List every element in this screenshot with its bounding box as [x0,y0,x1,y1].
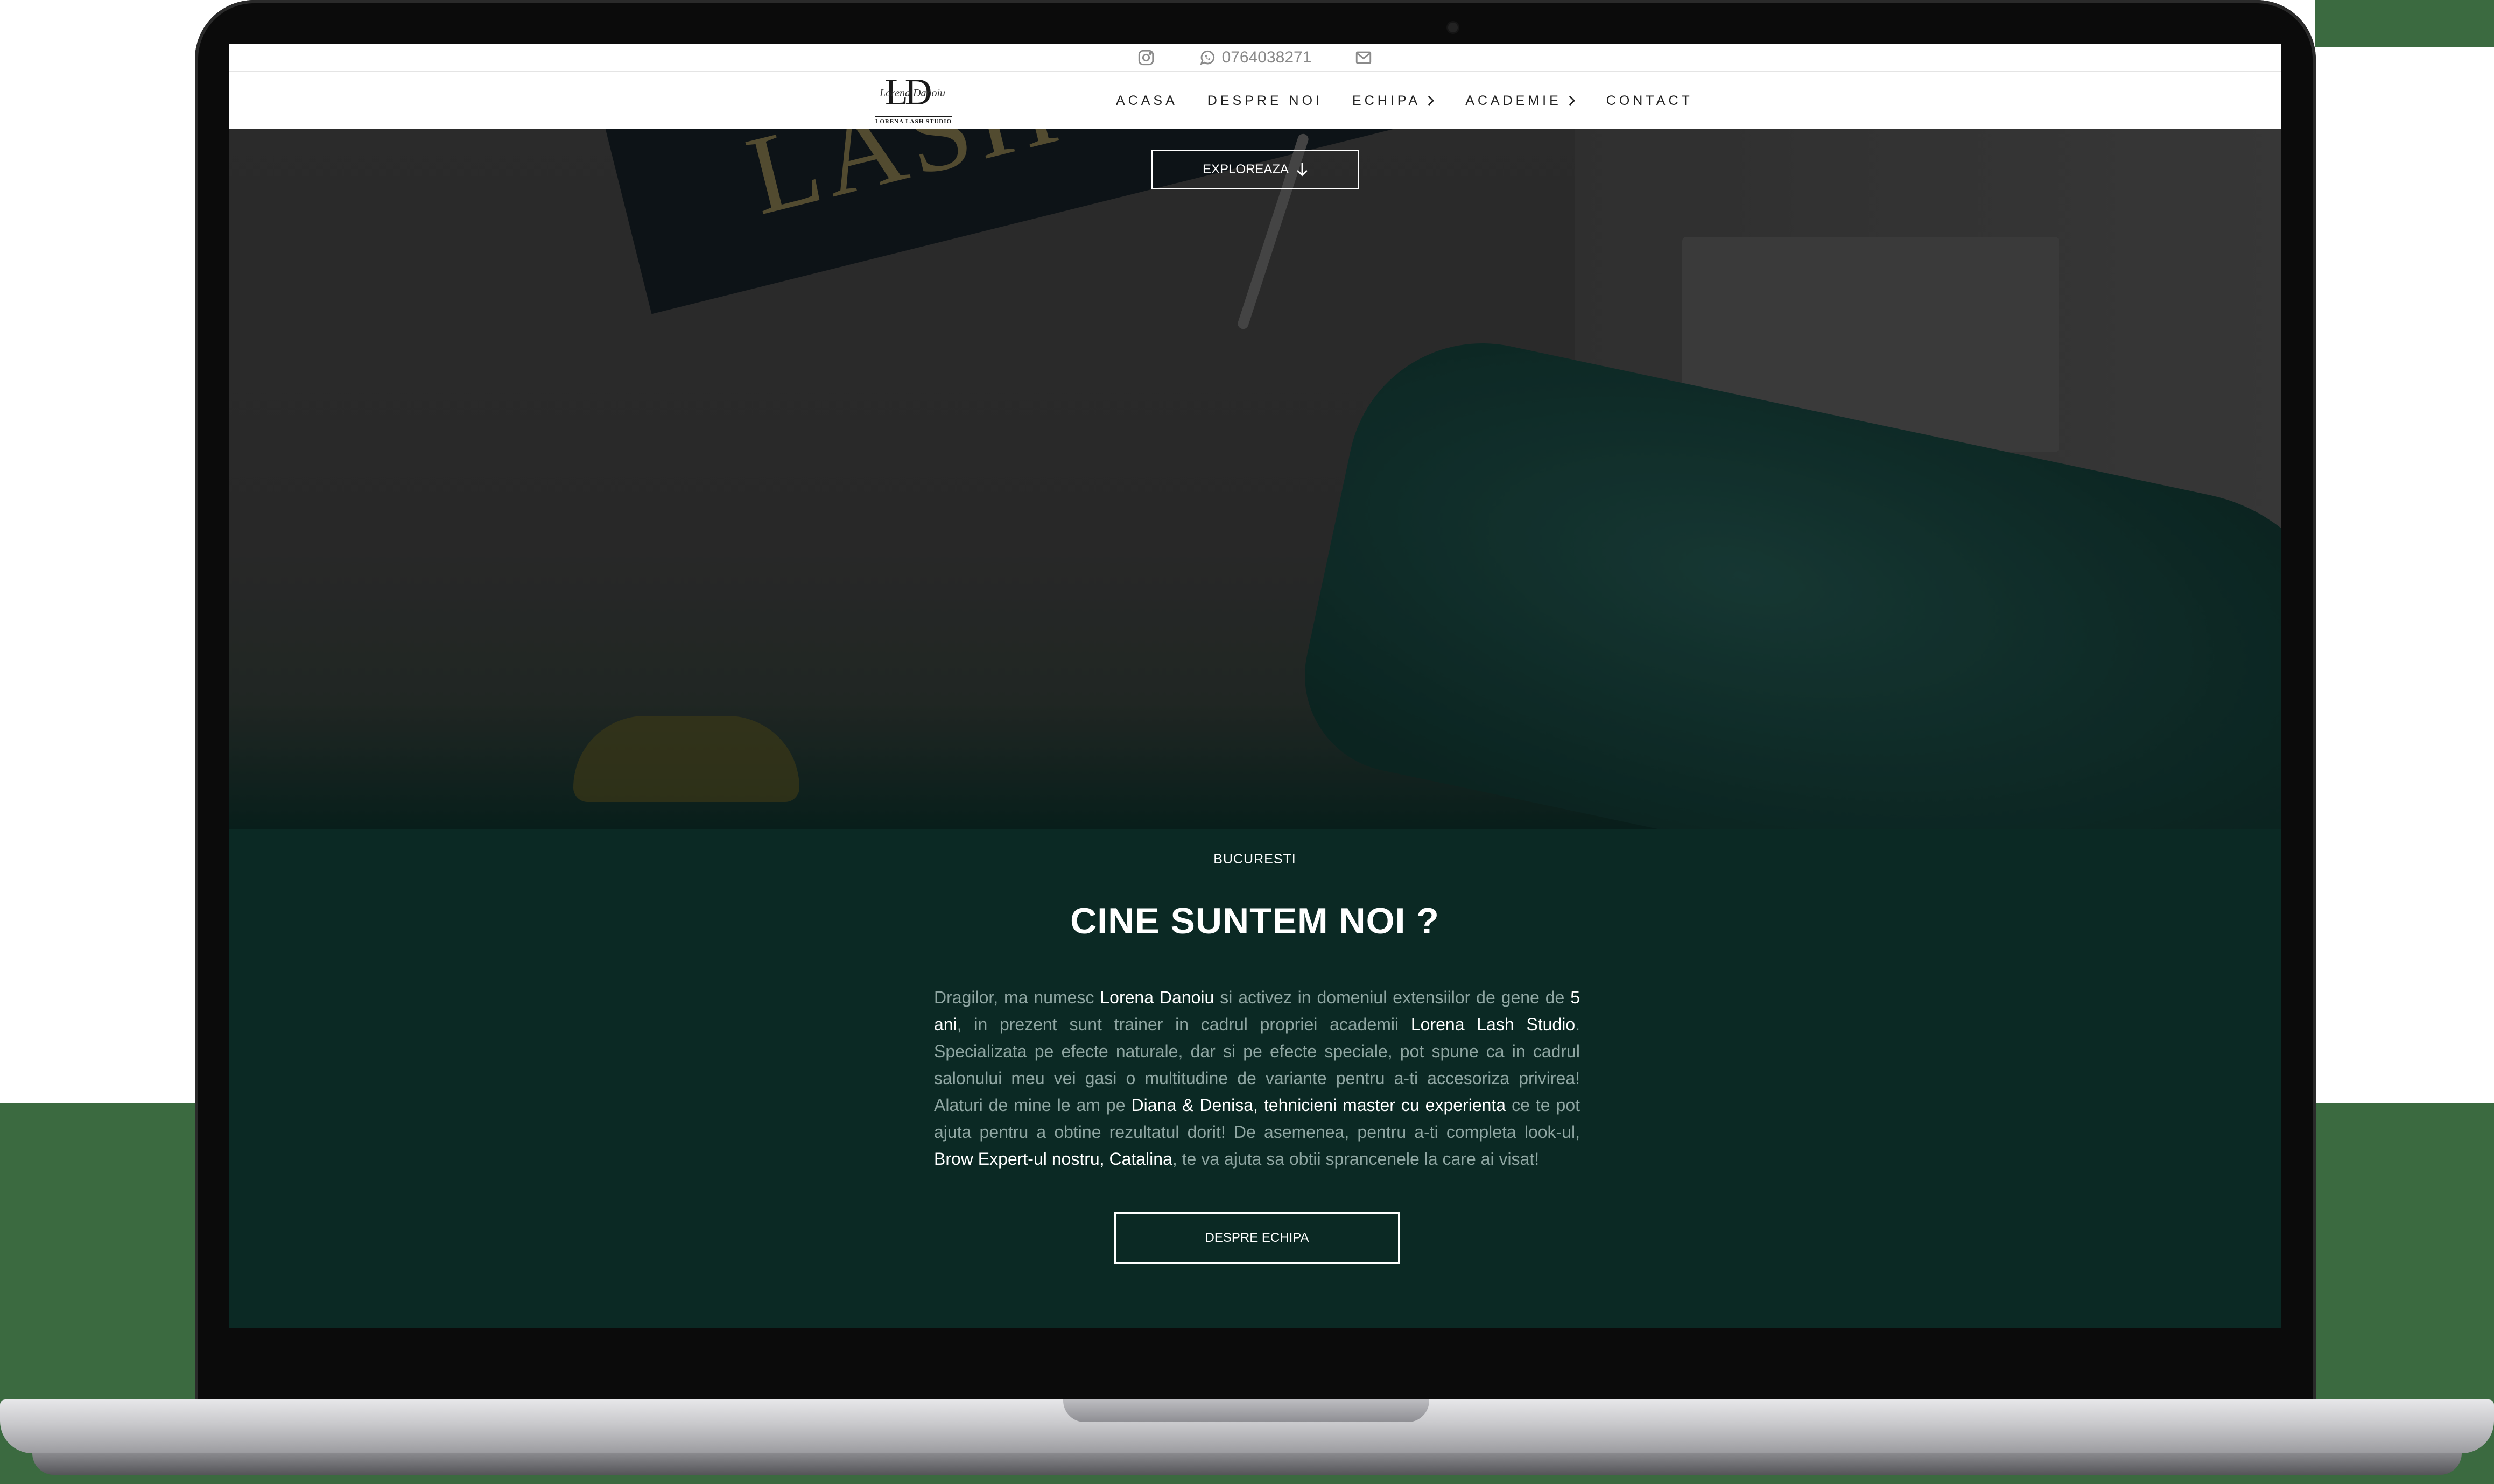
mail-icon [1356,51,1372,64]
explore-button[interactable]: EXPLOREAZA [1151,150,1359,189]
paragraph-highlight: Brow Expert-ul nostru, Catalina [934,1149,1172,1169]
instagram-icon [1138,50,1154,66]
nav-item-academie[interactable]: ACADEMIE [1465,93,1577,109]
hero-overlay [229,129,2281,829]
about-paragraph: Dragilor, ma numesc Lorena Danoiu si act… [934,984,1580,1172]
main-navbar: LD Lorena Danoiu LORENA LASH STUDIO ACAS… [229,72,2281,129]
chevron-right-icon [1569,95,1575,106]
website-screen: 0764038271 LD Lorena Danoiu LORENA LASH … [229,44,2281,1328]
section-heading: CINE SUNTEM NOI ? [1070,901,1439,941]
arrow-down-icon [1297,163,1308,177]
hero-photo: LASH ST [229,129,2281,829]
nav-item-contact[interactable]: CONTACT [1606,93,1693,109]
explore-label: EXPLOREAZA [1202,162,1289,177]
nav-item-despre-noi[interactable]: DESPRE NOI [1207,93,1323,109]
laptop-base-bottom [32,1453,2462,1475]
webcam [1448,23,1458,32]
phone-number: 0764038271 [1221,48,1312,66]
page-background-strip [2315,0,2494,47]
paragraph-text: , in prezent sunt trainer in cadrul prop… [957,1015,1411,1034]
about-section: BUCURESTI CINE SUNTEM NOI ? Dragilor, ma… [229,808,2281,1328]
contact-topbar: 0764038271 [229,44,2281,72]
about-team-button[interactable]: DESPRE ECHIPA [1114,1212,1400,1264]
logo-name: LORENA LASH STUDIO [875,116,952,125]
primary-nav: ACASA DESPRE NOI ECHIPA ACADEMIE CONTACT [1116,72,1693,129]
instagram-link[interactable] [1137,48,1155,67]
nav-item-echipa[interactable]: ECHIPA [1352,93,1436,109]
phone-link[interactable]: 0764038271 [1198,48,1312,67]
laptop-notch [1063,1399,1429,1422]
logo-script: Lorena Danoiu [880,87,946,99]
paragraph-text: , te va ajuta sa obtii sprancenele la ca… [1172,1149,1540,1169]
paragraph-text: Dragilor, ma numesc [934,988,1100,1007]
paragraph-text: si activez in domeniul extensiilor de ge… [1214,988,1571,1007]
whatsapp-icon [1199,50,1214,65]
email-link[interactable] [1354,48,1373,67]
paragraph-highlight: Lorena Danoiu [1100,988,1214,1007]
location-label: BUCURESTI [1213,852,1296,867]
chevron-right-icon [1428,95,1435,106]
brand-logo[interactable]: LD Lorena Danoiu LORENA LASH STUDIO [872,72,966,127]
nav-item-acasa[interactable]: ACASA [1116,93,1178,109]
paragraph-highlight: Lorena Lash Studio [1410,1015,1576,1034]
paragraph-highlight: Diana & Denisa, tehnicieni master cu exp… [1131,1095,1506,1115]
